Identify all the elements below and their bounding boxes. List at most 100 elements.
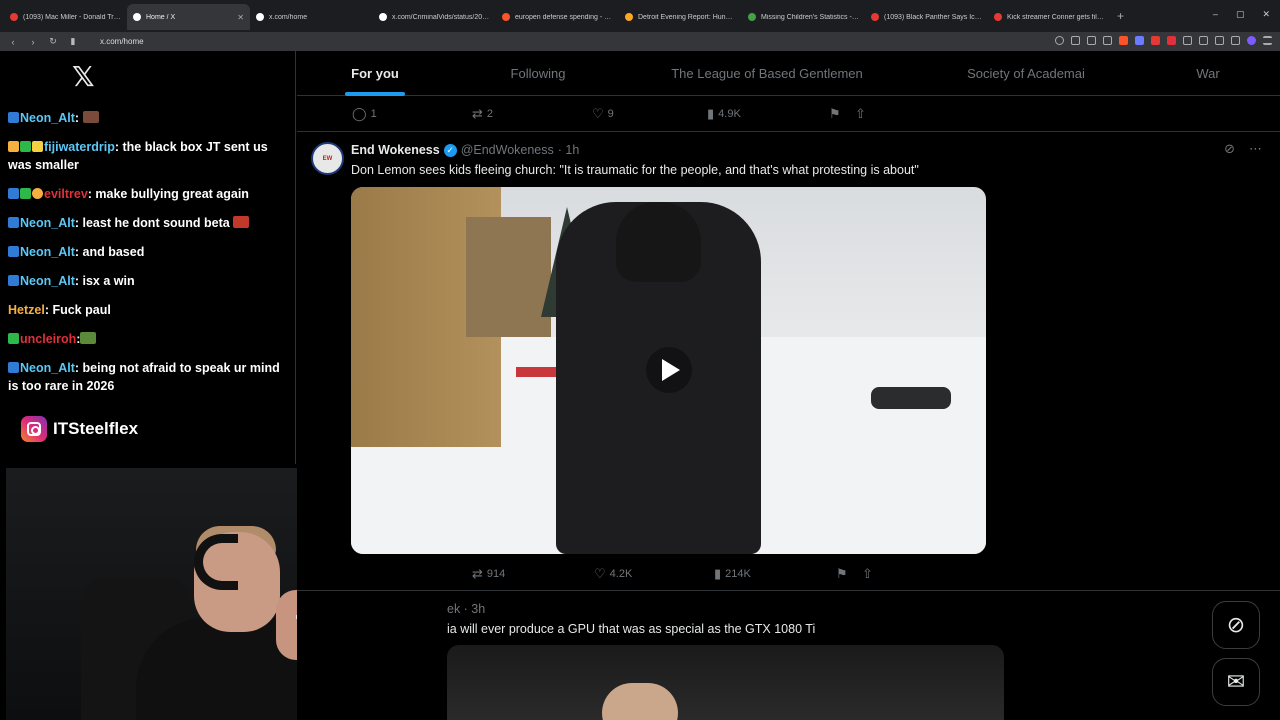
grok-icon[interactable]: ⊘ [1224, 141, 1235, 157]
puzzle-icon[interactable] [1199, 36, 1208, 45]
back-icon[interactable]: ‹ [8, 37, 18, 47]
browser-tab[interactable]: (1093) Black Panther Says Ice Is Goin [865, 4, 988, 30]
active-tab-indicator [345, 92, 405, 96]
profile-icon[interactable] [1247, 36, 1256, 45]
bookmark-button[interactable]: ⚑ [829, 106, 855, 122]
repost-button[interactable]: ⇄ 914 [472, 566, 594, 582]
close-tab-icon[interactable]: ✕ [237, 13, 244, 22]
extension-icon[interactable] [1183, 36, 1192, 45]
tab-title: (1093) Mac Miller - Donald Trump - Y [23, 13, 121, 21]
views-count: 4.9K [718, 108, 741, 120]
tab-following[interactable]: Following [501, 51, 575, 96]
browser-tab[interactable]: (1093) Mac Miller - Donald Trump - Y [4, 4, 127, 30]
like-count: 9 [607, 108, 614, 120]
chat-message: eviltrev: make bullying great again [8, 185, 292, 203]
share-icon: ⇧ [855, 106, 866, 121]
browser-tab[interactable]: Missing Children's Statistics - Global [742, 4, 865, 30]
chat-username: Neon_Alt [20, 111, 75, 125]
bookmark-icon[interactable]: ▮ [68, 36, 78, 47]
post-time[interactable]: · 1h [558, 143, 580, 157]
play-button-icon[interactable] [646, 347, 692, 393]
next-post-meta: ek · 3h [447, 602, 486, 616]
views-button[interactable]: ▮ 4.9K [707, 106, 829, 122]
chat-badge-icon [8, 333, 19, 344]
repost-button[interactable]: ⇄ 2 [472, 106, 592, 122]
tab-label: For you [351, 66, 399, 81]
extension-icon[interactable] [1151, 36, 1160, 45]
post-divider [297, 131, 1280, 132]
heart-icon: ♡ [592, 106, 604, 121]
star-icon[interactable] [1103, 36, 1112, 45]
reply-button[interactable]: ◯ 1 [352, 106, 472, 122]
crown-badge-icon [8, 141, 19, 152]
browser-tab[interactable]: Detroit Evening Report: Hundreds in [619, 4, 742, 30]
close-window-button[interactable]: ✕ [1262, 9, 1270, 20]
menu-icon[interactable] [1263, 36, 1272, 45]
browser-tab[interactable]: europen defense spending - Brave Se [496, 4, 619, 30]
chat-username: Neon_Alt [20, 361, 75, 375]
like-count: 4.2K [609, 568, 633, 580]
zoom-icon[interactable] [1055, 36, 1064, 45]
tab-for-you[interactable]: For you [345, 51, 405, 96]
author-handle[interactable]: @EndWokeness [461, 143, 554, 157]
avatar[interactable]: EW [311, 142, 344, 175]
tab-favicon-icon [256, 13, 264, 21]
repost-icon: ⇄ [472, 566, 483, 581]
tab-league-of-based-gentlemen[interactable]: The League of Based Gentlemen [671, 51, 863, 96]
x-extension-icon[interactable] [1167, 36, 1176, 45]
views-button[interactable]: ▮ 214K [714, 566, 836, 582]
chat-username: uncleiroh [20, 332, 77, 346]
share-icon[interactable] [1087, 36, 1096, 45]
extension-icon[interactable] [1135, 36, 1144, 45]
post-header: End Wokeness ✓ @EndWokeness · 1h [351, 143, 579, 157]
chat-text: : [74, 111, 80, 125]
person-head [602, 683, 678, 720]
bookmark-button[interactable]: ⚑ [836, 566, 862, 582]
browser-tab[interactable]: Kick streamer Conner gets filmed by [988, 4, 1111, 30]
cast-icon[interactable] [1071, 36, 1080, 45]
extension-icons [1055, 36, 1272, 45]
repost-icon: ⇄ [472, 106, 483, 121]
next-post-media[interactable] [447, 645, 1004, 720]
tab-war[interactable]: War [1191, 51, 1225, 96]
chat-badge-icon [8, 246, 19, 257]
tab-society-of-academai[interactable]: Society of Academai [961, 51, 1091, 96]
browser-tab[interactable]: x.com/home [250, 4, 373, 30]
author-name[interactable]: End Wokeness [351, 143, 440, 157]
browser-tab[interactable]: Home / X ✕ [127, 4, 250, 30]
url-field[interactable]: x.com/home [100, 37, 144, 46]
forward-icon[interactable]: › [28, 37, 38, 47]
grok-fab[interactable]: ⊘ [1212, 601, 1260, 649]
x-logo-icon[interactable]: 𝕏 [72, 60, 95, 93]
browser-tabs: (1093) Mac Miller - Donald Trump - Y Home… [4, 2, 1111, 30]
brave-shield-icon[interactable] [1119, 36, 1128, 45]
messages-fab[interactable]: ✉ [1212, 658, 1260, 706]
car [871, 387, 951, 409]
tab-label: The League of Based Gentlemen [671, 66, 863, 81]
reload-icon[interactable]: ↻ [48, 36, 58, 47]
bookmark-icon: ⚑ [836, 566, 848, 581]
tab-title: europen defense spending - Brave Se [515, 13, 613, 21]
music-icon[interactable] [1215, 36, 1224, 45]
chat-username: Hetzel [8, 303, 45, 317]
instagram-handle: ITSteelflex [21, 416, 138, 442]
chat-text: : make bullying great again [87, 187, 249, 201]
share-button[interactable]: ⇧ [862, 566, 873, 582]
reply-count: 1 [370, 108, 377, 120]
post-video[interactable] [351, 187, 986, 554]
share-button[interactable]: ⇧ [855, 106, 866, 122]
like-button[interactable]: ♡ 9 [592, 106, 707, 122]
more-options-icon[interactable]: ⋯ [1249, 141, 1262, 157]
views-count: 214K [725, 568, 751, 580]
new-tab-button[interactable]: + [1117, 9, 1124, 23]
sidebar-icon[interactable] [1231, 36, 1240, 45]
minimize-button[interactable]: – [1213, 9, 1218, 20]
like-button[interactable]: ♡ 4.2K [594, 566, 714, 582]
next-post[interactable]: ek · 3h ia will ever produce a GPU that … [447, 602, 815, 636]
post-divider [297, 590, 1280, 591]
chat-text: : least he dont sound beta [74, 216, 230, 230]
chat-badge-icon [20, 141, 31, 152]
browser-tab[interactable]: x.com/CriminalVids/status/20123159 [373, 4, 496, 30]
feed-tabs: For you Following The League of Based Ge… [297, 51, 1280, 96]
maximize-button[interactable]: ▢ [1236, 9, 1245, 20]
